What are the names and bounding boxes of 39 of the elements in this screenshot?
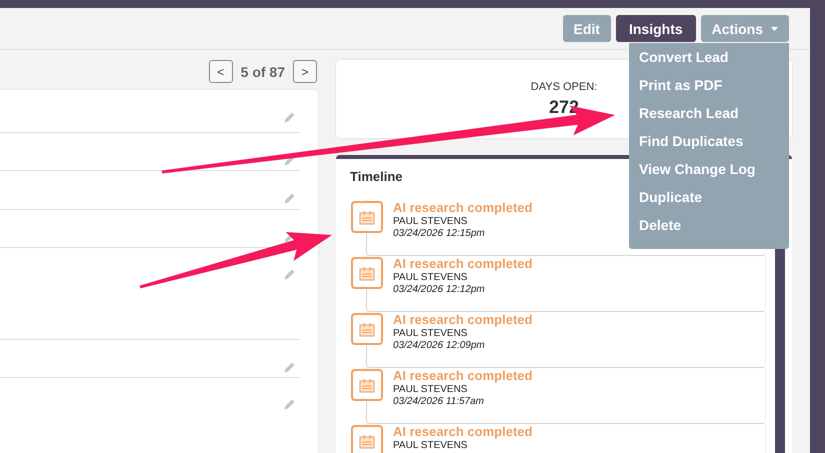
calendar-icon — [351, 313, 383, 345]
menu-item[interactable]: Research Lead — [629, 103, 749, 131]
record-position: 5 of 87 — [240, 64, 285, 80]
entry-title[interactable]: AI research completed — [393, 256, 532, 272]
menu-item[interactable]: Convert Lead — [629, 47, 738, 75]
calendar-icon — [351, 257, 383, 289]
timeline-title: Timeline — [350, 169, 403, 184]
entry-user: PAUL STEVENS — [393, 328, 468, 340]
entry-user: PAUL STEVENS — [393, 440, 468, 452]
menu-item[interactable]: View Change Log — [629, 159, 766, 187]
entry-date: 03/24/2026 12:12pm — [393, 284, 486, 296]
entry-user: PAUL STEVENS — [393, 384, 468, 396]
actions-dropdown-button[interactable]: Actions — [700, 15, 789, 42]
entry-user: PAUL STEVENS — [393, 216, 468, 228]
entry-title[interactable]: AI research completed — [393, 424, 532, 440]
insights-button[interactable]: Insights — [616, 15, 696, 42]
menu-item[interactable]: Duplicate — [629, 187, 712, 215]
edit-icon[interactable] — [283, 361, 296, 374]
edit-button[interactable]: Edit — [562, 15, 611, 42]
edit-icon[interactable] — [283, 398, 296, 411]
edit-icon[interactable] — [283, 111, 296, 124]
entry-date: 03/24/2026 11:57am — [393, 396, 486, 408]
calendar-icon — [351, 369, 383, 401]
menu-item[interactable]: Find Duplicates — [629, 131, 754, 159]
entry-date: 03/24/2026 12:15pm — [393, 228, 486, 240]
calendar-icon — [351, 201, 383, 233]
edit-icon[interactable] — [283, 192, 296, 205]
menu-item[interactable]: Delete — [629, 215, 692, 243]
entry-title[interactable]: AI research completed — [393, 200, 532, 216]
previous-button[interactable]: < — [208, 60, 233, 83]
entry-title[interactable]: AI research completed — [393, 368, 532, 384]
caret-icon — [771, 26, 778, 30]
entry-user: PAUL STEVENS — [393, 272, 468, 284]
days-open-label: DAYS OPEN: — [530, 80, 598, 92]
next-button[interactable]: > — [293, 60, 317, 83]
menu-item[interactable]: Print as PDF — [629, 75, 732, 103]
edit-icon[interactable] — [283, 268, 296, 281]
entry-title[interactable]: AI research completed — [393, 312, 532, 328]
entry-date: 03/24/2026 12:09pm — [393, 340, 486, 352]
